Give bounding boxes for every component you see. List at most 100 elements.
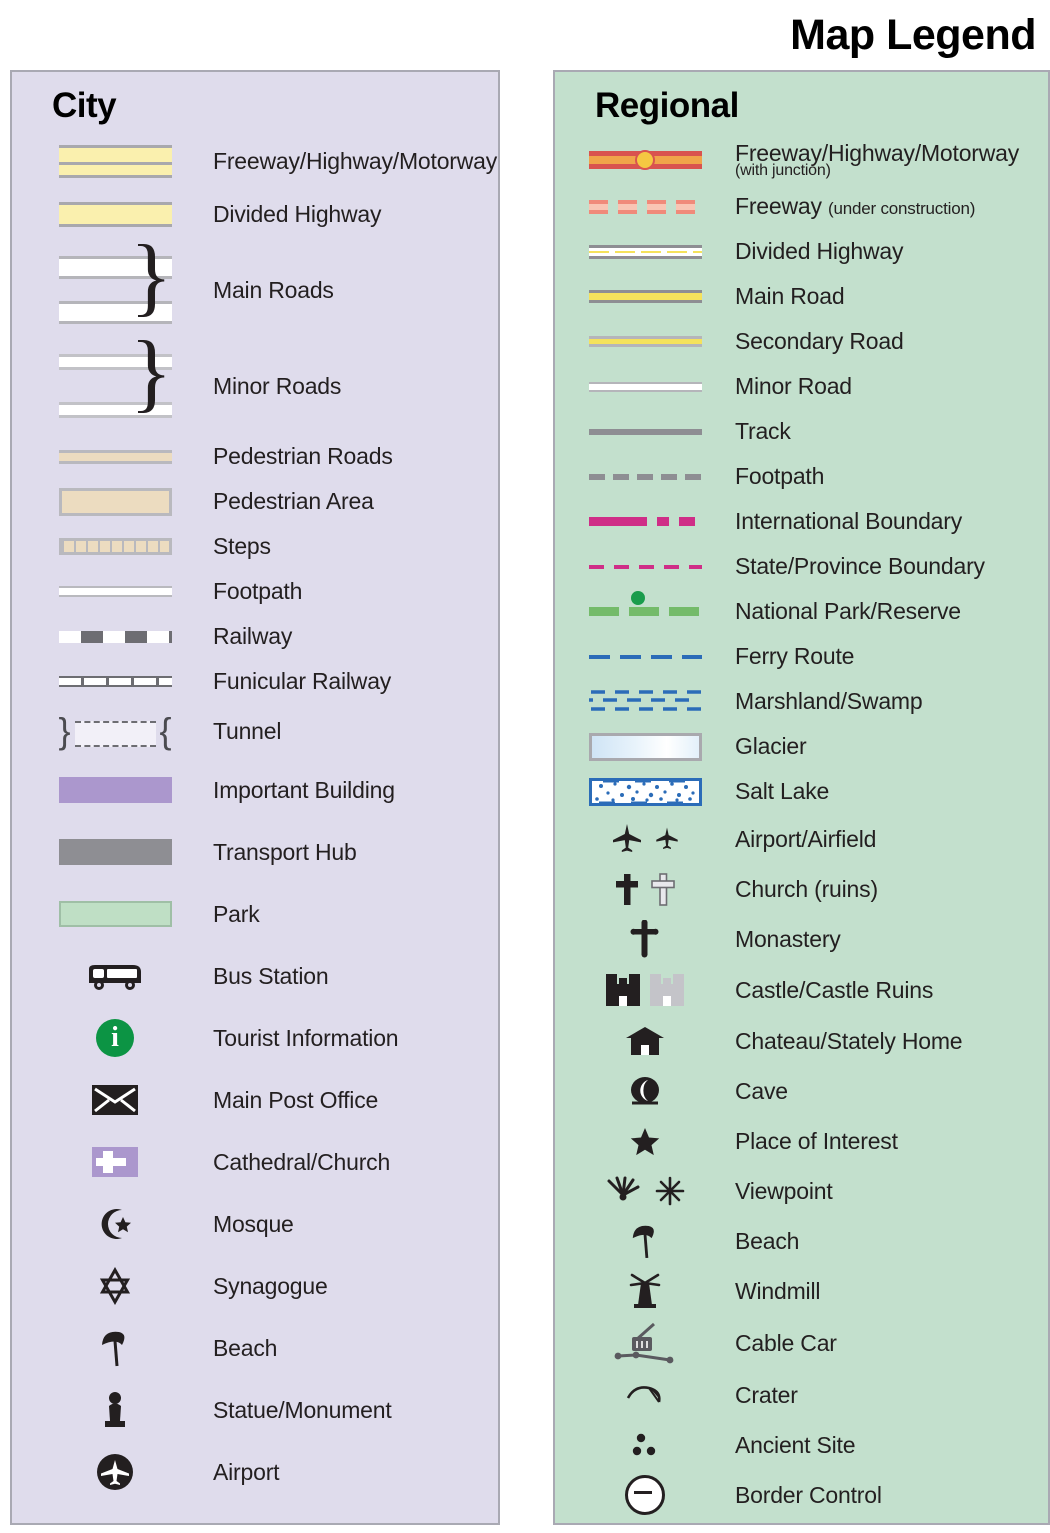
envelope-icon-svg [92,1085,138,1115]
legend-row[interactable]: Statue/Monument [12,1379,498,1441]
legend-row[interactable]: State/Province Boundary [555,544,1048,589]
statue-icon-svg [105,1392,125,1427]
legend-row[interactable]: Steps [12,524,498,569]
legend-row[interactable]: Salt Lake [555,769,1048,814]
legend-row[interactable]: Secondary Road [555,319,1048,364]
legend-row[interactable]: Main Post Office [12,1069,498,1131]
windmill-icon-svg [629,1273,661,1308]
legend-row[interactable]: Bus Station [12,945,498,1007]
ferry-route-dashed-line-symbol [580,654,710,659]
legend-row[interactable]: Glacier [555,724,1048,769]
legend-row[interactable]: Place of Interest [555,1116,1048,1166]
legend-row[interactable]: Freeway/Highway/Motorway [12,136,498,186]
legend-row[interactable]: } Main Roads [12,233,498,338]
junction-dot-icon [635,150,655,170]
legend-row[interactable]: Ferry Route [555,634,1048,679]
church-cross-icon [616,874,638,905]
legend-label: Salt Lake [735,778,830,805]
legend-row[interactable]: Windmill [555,1266,1048,1316]
legend-label: Railway [213,623,293,650]
legend-row[interactable]: Viewpoint [555,1166,1048,1216]
transport-hub-swatch-symbol [45,839,185,865]
legend-row[interactable]: Railway [12,614,498,659]
envelope-icon [45,1085,185,1115]
legend-row[interactable]: National Park/Reserve [555,589,1048,634]
crater-icon [580,1382,710,1408]
legend-row[interactable]: Footpath [12,569,498,614]
group-brace: } [130,324,173,421]
legend-row[interactable]: Marshland/Swamp [555,679,1048,724]
beach-umbrella-icon-svg [632,1225,654,1259]
legend-row[interactable]: Ancient Site [555,1420,1048,1470]
legend-label: Cave [735,1077,788,1104]
cable-car-icon-svg [614,1322,674,1364]
legend-row[interactable]: Cave [555,1066,1048,1116]
legend-row[interactable]: Border Control [555,1470,1048,1520]
viewpoint-icons [580,1176,710,1206]
legend-label: Minor Roads [213,372,342,399]
legend-row[interactable]: } Minor Roads [12,329,498,434]
legend-row[interactable]: Minor Road [555,364,1048,409]
cathedral-cross-icon [45,1147,185,1177]
legend-row[interactable]: Mosque [12,1193,498,1255]
legend-label: Church (ruins) [735,875,878,902]
statue-icon [45,1390,185,1430]
legend-row[interactable]: Transport Hub [12,821,498,883]
castle-ruins-icon [650,974,684,1006]
legend-row[interactable]: Main Road [555,274,1048,319]
legend-row[interactable]: Freeway/Highway/Motorway (with junction) [555,136,1048,184]
legend-row[interactable]: Footpath [555,454,1048,499]
star-icon [580,1125,710,1157]
windmill-icon [580,1271,710,1311]
legend-row[interactable]: Divided Highway [12,186,498,242]
legend-row[interactable]: Park [12,883,498,945]
legend-label: Footpath [735,463,825,490]
beach-umbrella-icon [580,1222,710,1260]
legend-row[interactable]: Funicular Railway [12,659,498,704]
legend-label: Freeway/Highway/Motorway (with junction) [735,140,1019,180]
national-park-line-symbol [580,591,710,616]
legend-row[interactable]: i Tourist Information [12,1007,498,1069]
salt-lake-swatch-symbol [580,777,710,806]
group-brace: } [130,228,173,325]
legend-row[interactable]: Freeway (under construction) [555,184,1048,229]
legend-row[interactable]: Beach [12,1317,498,1379]
legend-label: Main Road [735,283,845,310]
legend-row[interactable]: Church (ruins) [555,864,1048,914]
legend-label: Chateau/Stately Home [735,1027,963,1054]
bus-icon [45,960,185,992]
border-control-icon-glyph [625,1475,665,1515]
legend-row[interactable]: } { Tunnel [12,704,498,759]
legend-row[interactable]: Synagogue [12,1255,498,1317]
viewpoint-burst-icon [655,1176,685,1206]
legend-label: Place of Interest [735,1127,898,1154]
legend-row[interactable]: Monastery [555,914,1048,964]
legend-label: National Park/Reserve [735,598,961,625]
legend-label: Airport [213,1458,280,1485]
legend-row[interactable]: Beach [555,1216,1048,1266]
ancient-site-icon [580,1431,710,1459]
church-ruins-cross-icon [651,873,675,906]
legend-row[interactable]: Castle/Castle Ruins [555,964,1048,1016]
legend-label: Synagogue [213,1272,328,1299]
legend-row[interactable]: Airport/Airfield [555,814,1048,864]
legend-label: Cable Car [735,1329,837,1356]
minor-road-line-symbol [580,381,710,392]
legend-label: Crater [735,1381,798,1408]
legend-row[interactable]: International Boundary [555,499,1048,544]
legend-row[interactable]: Divided Highway [555,229,1048,274]
legend-label: Park [213,900,260,927]
legend-row[interactable]: Cathedral/Church [12,1131,498,1193]
legend-row[interactable]: Pedestrian Area [12,479,498,524]
city-legend-rows: Freeway/Highway/Motorway Divided Highway… [12,136,498,1503]
legend-row[interactable]: Track [555,409,1048,454]
legend-row[interactable]: Chateau/Stately Home [555,1016,1048,1066]
legend-row[interactable]: Airport [12,1441,498,1503]
airport-circle-icon-svg [97,1454,133,1490]
legend-row[interactable]: Pedestrian Roads [12,434,498,479]
ancient-site-icon-svg [632,1433,656,1456]
legend-row[interactable]: Cable Car [555,1316,1048,1370]
legend-row[interactable]: Crater [555,1370,1048,1420]
legend-row[interactable]: Important Building [12,759,498,821]
glacier-swatch-symbol [580,732,710,761]
